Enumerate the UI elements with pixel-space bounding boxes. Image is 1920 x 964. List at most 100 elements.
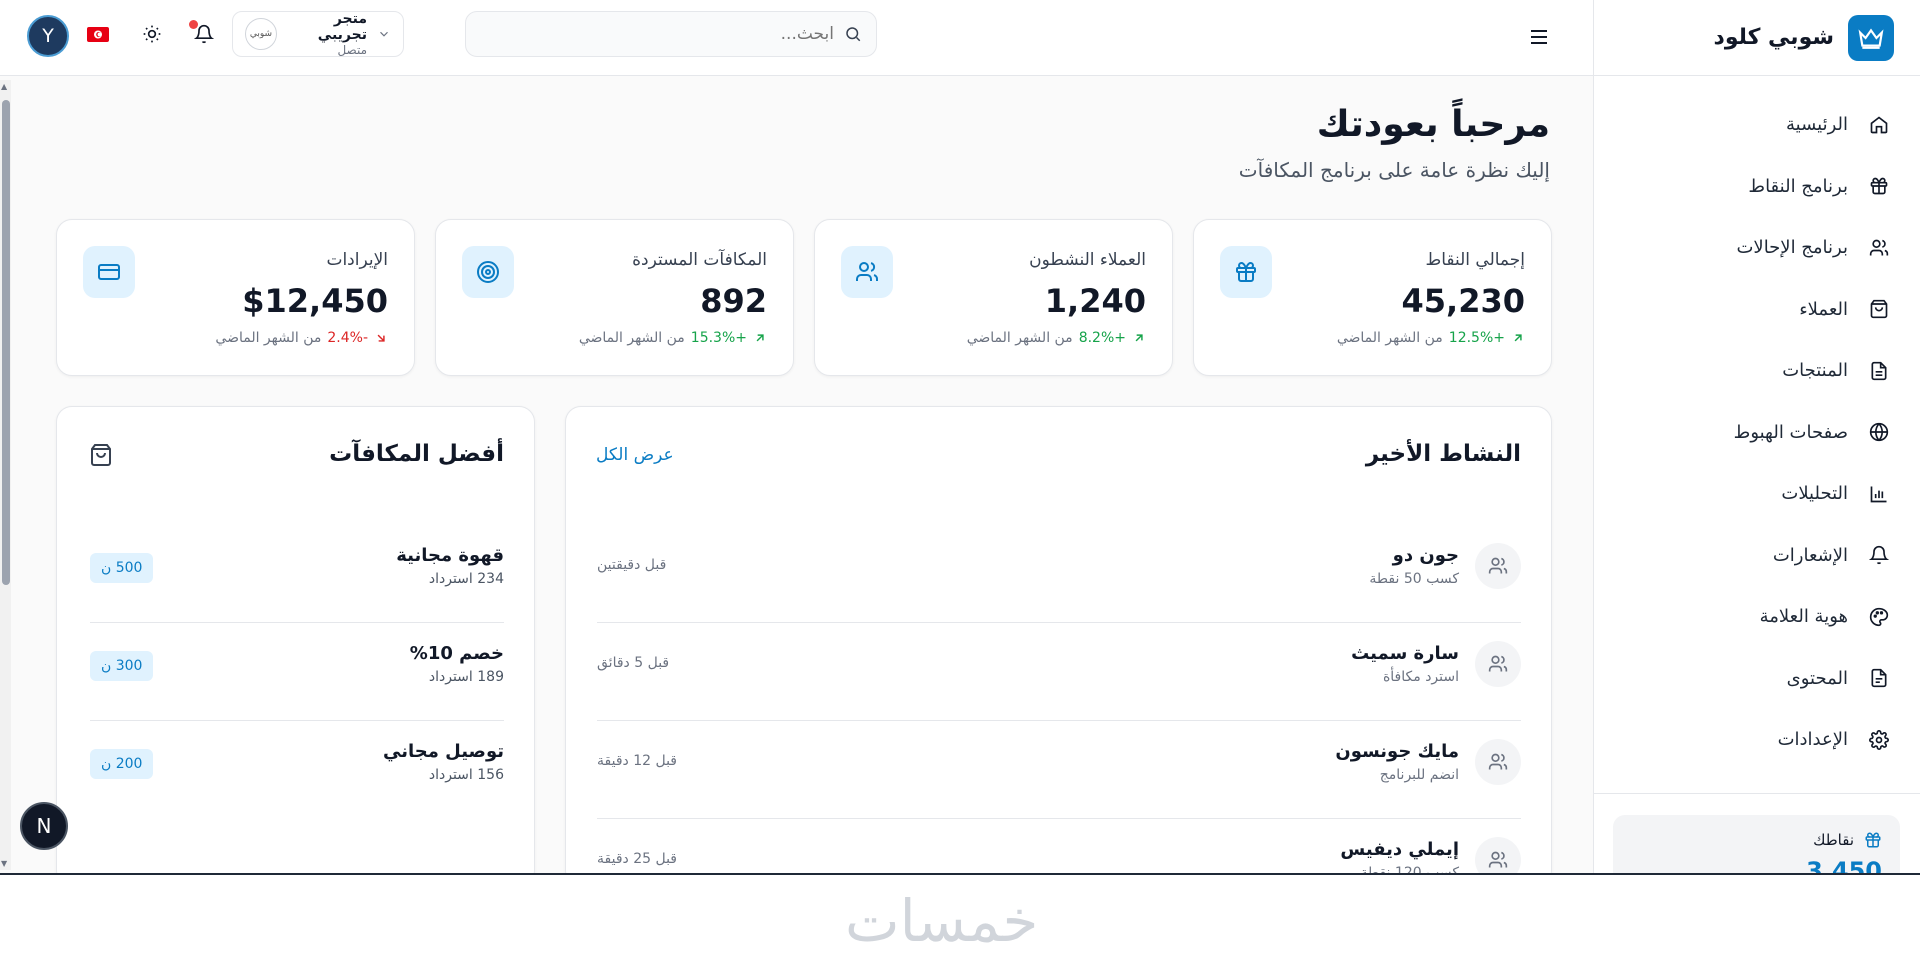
stat-trend: +8.2% من الشهر الماضي <box>967 330 1146 346</box>
sidebar-divider <box>1593 793 1920 794</box>
scrollbar-thumb[interactable] <box>2 100 10 585</box>
stat-trend: -2.4% من الشهر الماضي <box>215 330 388 346</box>
search-bar[interactable] <box>465 11 877 57</box>
home-icon <box>1868 114 1890 136</box>
stat-change: +8.2% <box>1078 330 1126 346</box>
sidebar-item-label: صفحات الهبوط <box>1733 421 1848 443</box>
sidebar-item-settings[interactable]: الإعدادات <box>1594 709 1920 771</box>
sidebar-item-label: المنتجات <box>1782 360 1848 382</box>
stat-label: الإيرادات <box>326 250 388 270</box>
activity-name: سارة سميث <box>1351 643 1459 664</box>
document-icon <box>1868 360 1890 382</box>
vertical-scrollbar[interactable]: ▲ ▼ <box>0 80 11 870</box>
store-selector[interactable]: متجر تجريبي متصل شوبي <box>232 11 404 57</box>
stat-card-active-customers: العملاء النشطون 1,240 +8.2% من الشهر الم… <box>814 219 1173 376</box>
reward-row[interactable]: توصيل مجاني 156 استرداد 200 ن <box>90 721 504 819</box>
user-avatar[interactable]: Y <box>27 15 69 57</box>
arrow-up-right-icon <box>1514 334 1522 342</box>
reward-points-badge: 200 ن <box>90 749 154 779</box>
arrow-up-right-icon <box>756 334 764 342</box>
floating-n-button[interactable]: N <box>20 802 68 850</box>
activity-row[interactable]: إيملي ديفيس كسب 120 نقطة قبل 25 دقيقة <box>597 819 1521 873</box>
reward-points-badge: 300 ن <box>90 651 154 681</box>
sidebar-item-content[interactable]: المحتوى <box>1594 648 1920 710</box>
your-points-label: نقاطك <box>1813 831 1854 849</box>
sidebar-item-label: التحليلات <box>1781 483 1848 505</box>
stat-card-total-points: إجمالي النقاط 45,230 +12.5% من الشهر الم… <box>1193 219 1552 376</box>
stat-change: +12.5% <box>1448 330 1505 346</box>
sidebar-item-analytics[interactable]: التحليلات <box>1594 463 1920 525</box>
stat-suffix: من الشهر الماضي <box>966 330 1073 346</box>
reward-row[interactable]: قهوة مجانية 234 استرداد 500 ن <box>90 525 504 623</box>
sidebar-item-products[interactable]: المنتجات <box>1594 340 1920 402</box>
reward-desc: 189 استرداد <box>428 669 504 685</box>
sidebar-nav: الرئيسية برنامج النقاط برنامج الإحالات ا… <box>1594 76 1920 789</box>
crown-icon <box>1848 14 1894 61</box>
menu-toggle-icon[interactable] <box>1524 22 1554 52</box>
sidebar-item-brand-identity[interactable]: هوية العلامة <box>1594 586 1920 648</box>
stat-value: 892 <box>700 282 767 320</box>
stat-suffix: من الشهر الماضي <box>1336 330 1443 346</box>
activity-name: جون دو <box>1392 545 1459 566</box>
sidebar-item-home[interactable]: الرئيسية <box>1594 94 1920 156</box>
target-icon <box>462 246 514 298</box>
activity-time: قبل 5 دقائق <box>597 655 670 671</box>
sidebar-item-notifications[interactable]: الإشعارات <box>1594 525 1920 587</box>
users-icon <box>1475 837 1521 873</box>
sidebar-item-customers[interactable]: العملاء <box>1594 279 1920 341</box>
stat-value: 45,230 <box>1401 282 1525 320</box>
store-logo: شوبي <box>245 18 277 50</box>
reward-row[interactable]: خصم 10% 189 استرداد 300 ن <box>90 623 504 721</box>
your-points-box: نقاطك 3,450 <box>1613 815 1900 875</box>
stat-trend: +12.5% من الشهر الماضي <box>1337 330 1525 346</box>
reward-name: قهوة مجانية <box>396 545 504 566</box>
activity-row[interactable]: مايك جونسون انضم للبرنامج قبل 12 دقيقة <box>597 721 1521 819</box>
search-input[interactable] <box>480 24 834 44</box>
users-icon <box>1475 739 1521 785</box>
arrow-down-right-icon <box>377 334 385 342</box>
brand-name: شوبي كلود <box>1713 25 1834 50</box>
notification-dot <box>189 20 198 29</box>
sidebar-item-label: برنامج الإحالات <box>1736 237 1848 259</box>
stat-label: العملاء النشطون <box>1029 250 1146 270</box>
app-window: Y متجر تجريبي متصل شوبي ▲ <box>0 0 1920 875</box>
view-all-link[interactable]: عرض الكل <box>596 445 674 465</box>
bell-icon <box>1868 544 1890 566</box>
top-rewards-card: أفضل المكافآت قهوة مجانية 234 استرداد 50… <box>56 406 535 873</box>
theme-toggle-sun-icon[interactable] <box>136 18 168 50</box>
gift-icon <box>1220 246 1272 298</box>
brand-header[interactable]: شوبي كلود <box>1594 0 1920 76</box>
gift-icon <box>1868 175 1890 197</box>
users-icon <box>841 246 893 298</box>
activity-row[interactable]: جون دو كسب 50 نقطة قبل دقيقتين <box>597 525 1521 623</box>
sidebar-item-landing-pages[interactable]: صفحات الهبوط <box>1594 402 1920 464</box>
store-status: متصل <box>337 43 367 57</box>
stat-card-redeemed-rewards: المكافآت المستردة 892 +15.3% من الشهر ال… <box>435 219 794 376</box>
gear-icon <box>1868 729 1890 751</box>
stat-label: إجمالي النقاط <box>1425 250 1525 270</box>
reward-desc: 234 استرداد <box>428 571 504 587</box>
store-name: متجر تجريبي <box>317 11 367 43</box>
watermark-logo: خمسات <box>845 887 1039 955</box>
language-flag-icon[interactable] <box>82 18 114 50</box>
users-icon <box>1868 237 1890 259</box>
activity-desc: انضم للبرنامج <box>1379 767 1459 783</box>
sidebar-item-points-program[interactable]: برنامج النقاط <box>1594 156 1920 218</box>
chevron-down-icon <box>380 31 388 37</box>
shopping-bag-icon <box>1868 298 1890 320</box>
your-points-value: 3,450 <box>1806 857 1882 875</box>
stat-suffix: من الشهر الماضي <box>578 330 685 346</box>
users-icon <box>1475 641 1521 687</box>
credit-card-icon <box>83 246 135 298</box>
activity-row[interactable]: سارة سميث استرد مكافأة قبل 5 دقائق <box>597 623 1521 721</box>
sidebar-item-referrals[interactable]: برنامج الإحالات <box>1594 217 1920 279</box>
scroll-up-arrow-icon[interactable]: ▲ <box>1 82 7 91</box>
scroll-down-arrow-icon[interactable]: ▼ <box>1 859 7 868</box>
users-icon <box>1475 543 1521 589</box>
top-bar: Y متجر تجريبي متصل شوبي <box>0 0 1593 76</box>
activity-name: إيملي ديفيس <box>1340 839 1459 860</box>
reward-name: توصيل مجاني <box>383 741 504 762</box>
activity-desc: استرد مكافأة <box>1382 669 1459 685</box>
recent-activity-card: النشاط الأخير عرض الكل جون دو كسب 50 نقط… <box>565 406 1552 873</box>
stat-card-revenue: الإيرادات $12,450 -2.4% من الشهر الماضي <box>56 219 415 376</box>
